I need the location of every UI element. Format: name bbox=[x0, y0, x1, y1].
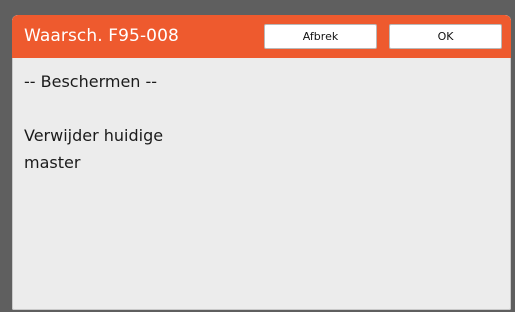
dialog-title: Waarsch. F95-008 bbox=[24, 26, 179, 46]
message-line-1: Verwijder huidige bbox=[24, 126, 164, 145]
warning-dialog: Waarsch. F95-008 Afbrek OK -- Beschermen… bbox=[12, 15, 511, 310]
warning-message: Verwijder huidige master bbox=[24, 122, 224, 176]
cancel-button[interactable]: Afbrek bbox=[264, 24, 377, 49]
message-line-2: master bbox=[24, 153, 81, 172]
protection-heading: -- Beschermen -- bbox=[24, 72, 158, 91]
dialog-titlebar: Waarsch. F95-008 Afbrek OK bbox=[12, 15, 511, 58]
screen-frame: Waarsch. F95-008 Afbrek OK -- Beschermen… bbox=[0, 0, 515, 312]
ok-button[interactable]: OK bbox=[389, 24, 502, 49]
